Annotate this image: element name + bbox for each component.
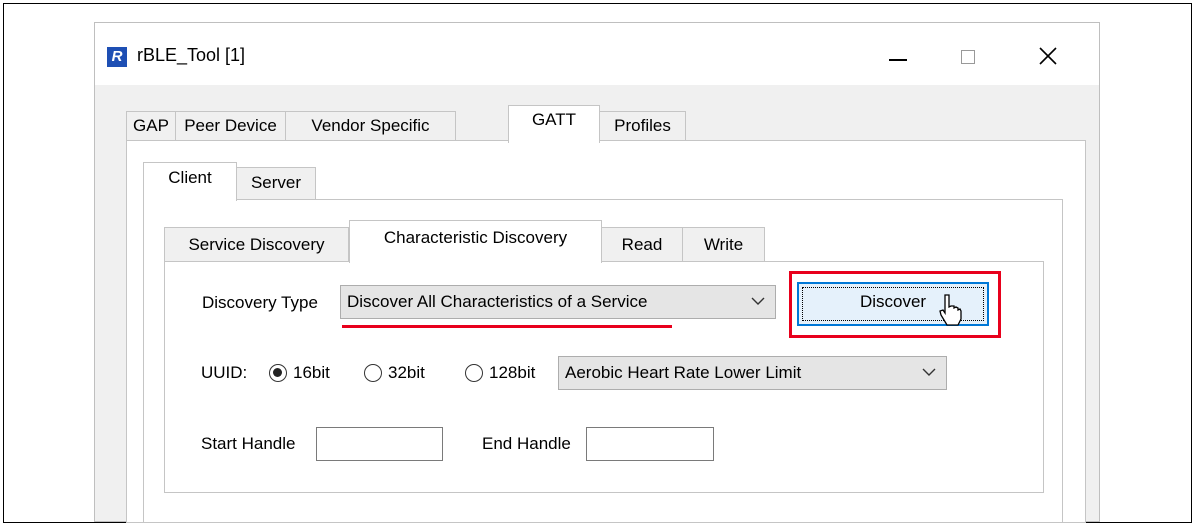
minimize-button[interactable]	[875, 37, 921, 73]
close-button[interactable]	[1025, 37, 1071, 73]
radio-16bit-label: 16bit	[293, 363, 330, 382]
tab-write[interactable]: Write	[682, 227, 765, 262]
discovery-type-value: Discover All Characteristics of a Servic…	[347, 292, 648, 311]
end-handle-label: End Handle	[482, 434, 571, 453]
start-handle-input[interactable]	[316, 427, 443, 461]
app-icon: R	[107, 47, 127, 67]
chevron-down-icon	[922, 368, 936, 376]
tab-characteristic-discovery[interactable]: Characteristic Discovery	[349, 220, 602, 263]
tab-profiles[interactable]: Profiles	[599, 111, 686, 141]
radio-32bit[interactable]	[364, 364, 382, 382]
tab-gap[interactable]: GAP	[126, 111, 176, 141]
tab-peer-device[interactable]: Peer Device	[175, 111, 286, 141]
uuid-label: UUID:	[201, 363, 248, 382]
highlight-underline	[342, 325, 672, 328]
tab-server[interactable]: Server	[236, 167, 316, 200]
start-handle-label: Start Handle	[201, 434, 296, 453]
tab-vendor-specific[interactable]: Vendor Specific	[285, 111, 456, 141]
hand-cursor-icon	[939, 294, 962, 326]
radio-selected-dot	[273, 368, 282, 377]
discovery-type-select[interactable]: Discover All Characteristics of a Servic…	[340, 285, 776, 319]
radio-16bit[interactable]	[269, 364, 287, 382]
discovery-type-label: Discovery Type	[202, 293, 318, 312]
maximize-button[interactable]	[945, 37, 991, 73]
radio-128bit-label: 128bit	[489, 363, 536, 382]
end-handle-input[interactable]	[586, 427, 714, 461]
uuid-select-value: Aerobic Heart Rate Lower Limit	[565, 363, 802, 382]
tab-gatt[interactable]: GATT	[508, 105, 600, 143]
chevron-down-icon	[751, 297, 765, 305]
tab-read[interactable]: Read	[601, 227, 683, 262]
minimize-icon	[889, 59, 907, 61]
maximize-icon	[961, 50, 975, 64]
title-bar: R rBLE_Tool [1]	[95, 23, 1099, 85]
uuid-select[interactable]: Aerobic Heart Rate Lower Limit	[558, 356, 947, 390]
tab-service-discovery[interactable]: Service Discovery	[164, 227, 349, 262]
window-title: rBLE_Tool [1]	[137, 45, 246, 65]
close-icon	[1039, 47, 1057, 65]
radio-32bit-label: 32bit	[388, 363, 425, 382]
radio-128bit[interactable]	[465, 364, 483, 382]
tab-client[interactable]: Client	[143, 162, 237, 201]
